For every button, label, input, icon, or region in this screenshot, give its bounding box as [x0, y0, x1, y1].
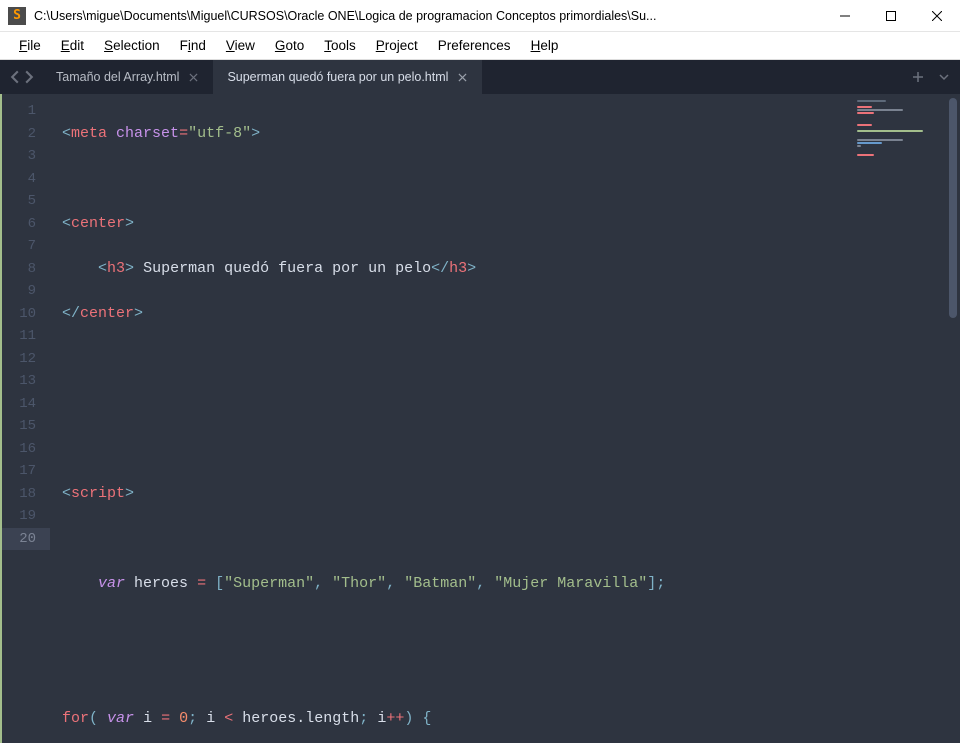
line-number: 11 [2, 325, 50, 348]
line-number: 1 [2, 100, 50, 123]
tab-close-icon[interactable] [187, 71, 199, 83]
new-tab-icon[interactable] [908, 67, 928, 87]
line-number: 5 [2, 190, 50, 213]
tab-next-icon[interactable] [22, 70, 36, 84]
editor-area[interactable]: 1234567891011121314151617181920 <meta ch… [0, 94, 960, 743]
code-content[interactable]: <meta charset="utf-8"> <center> <h3> Sup… [50, 94, 851, 743]
tab-active[interactable]: Superman quedó fuera por un pelo.html [213, 60, 482, 94]
tab-close-icon[interactable] [456, 71, 468, 83]
tab-label: Superman quedó fuera por un pelo.html [227, 70, 448, 84]
app-icon: S [8, 7, 26, 25]
line-number: 8 [2, 258, 50, 281]
menu-selection[interactable]: Selection [95, 36, 169, 55]
line-number: 7 [2, 235, 50, 258]
line-number: 17 [2, 460, 50, 483]
menu-edit[interactable]: Edit [52, 36, 93, 55]
line-number: 14 [2, 393, 50, 416]
line-number: 20 [2, 528, 50, 551]
line-number: 6 [2, 213, 50, 236]
maximize-button[interactable] [868, 0, 914, 32]
menu-preferences[interactable]: Preferences [429, 36, 520, 55]
menu-project[interactable]: Project [367, 36, 427, 55]
menu-bar: File Edit Selection Find View Goto Tools… [0, 32, 960, 60]
line-number: 2 [2, 123, 50, 146]
line-number: 3 [2, 145, 50, 168]
scrollbar-thumb[interactable] [949, 98, 957, 318]
line-number: 18 [2, 483, 50, 506]
line-number: 10 [2, 303, 50, 326]
minimap[interactable] [851, 94, 946, 743]
window-title: C:\Users\migue\Documents\Miguel\CURSOS\O… [34, 9, 656, 23]
tab-dropdown-icon[interactable] [934, 67, 954, 87]
line-number: 4 [2, 168, 50, 191]
minimize-button[interactable] [822, 0, 868, 32]
tab-prev-icon[interactable] [8, 70, 22, 84]
line-number: 9 [2, 280, 50, 303]
menu-view[interactable]: View [217, 36, 264, 55]
close-button[interactable] [914, 0, 960, 32]
menu-goto[interactable]: Goto [266, 36, 313, 55]
line-number: 13 [2, 370, 50, 393]
line-number: 16 [2, 438, 50, 461]
tab-label: Tamaño del Array.html [56, 70, 179, 84]
tab-nav-arrows [0, 60, 42, 94]
menu-find[interactable]: Find [171, 36, 215, 55]
tab-bar: Tamaño del Array.html Superman quedó fue… [0, 60, 960, 94]
line-number-gutter: 1234567891011121314151617181920 [0, 94, 50, 743]
vertical-scrollbar[interactable] [946, 94, 960, 743]
line-number: 19 [2, 505, 50, 528]
menu-help[interactable]: Help [522, 36, 568, 55]
menu-file[interactable]: File [10, 36, 50, 55]
tab-inactive[interactable]: Tamaño del Array.html [42, 60, 213, 94]
line-number: 15 [2, 415, 50, 438]
window-titlebar: S C:\Users\migue\Documents\Miguel\CURSOS… [0, 0, 960, 32]
menu-tools[interactable]: Tools [315, 36, 365, 55]
line-number: 12 [2, 348, 50, 371]
